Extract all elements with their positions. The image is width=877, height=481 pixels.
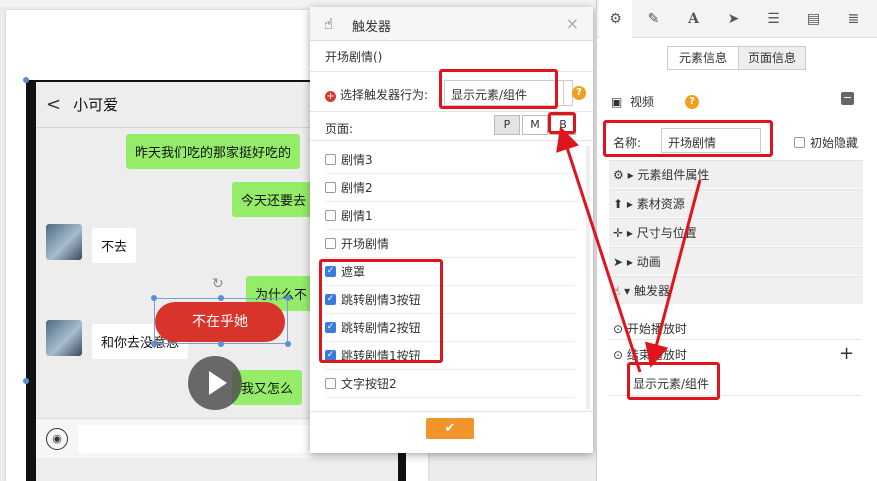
annotation-arrows: [556, 126, 702, 373]
